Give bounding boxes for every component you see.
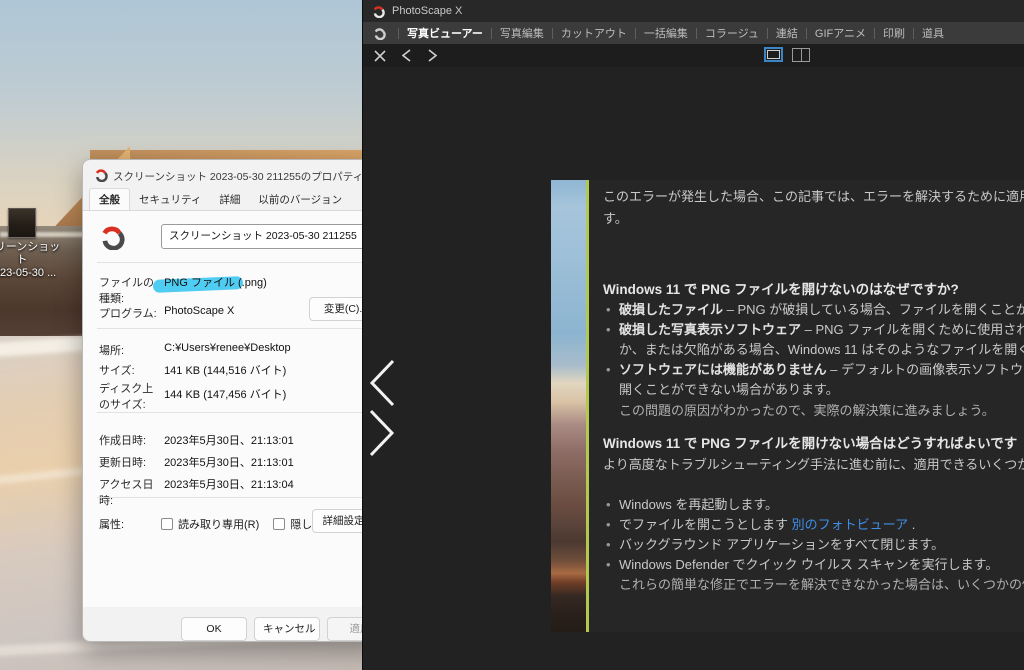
article-paragraph: これらの簡単な修正でエラーを解決できなかった場合は、いくつかの修正が [619,577,1024,592]
separator [97,497,369,498]
menu-tab-collage[interactable]: コラージュ [705,25,759,41]
close-image-button[interactable] [369,46,391,66]
photoscape-toolbar [363,44,1024,67]
article-bullet: 破損したファイル – PNG が破損している場合、ファイルを開くことができま [606,301,1024,318]
previous-image-button[interactable] [395,46,417,66]
file-type-label: ファイルの種類: [99,277,154,305]
nav-chevron-right-icon [369,409,395,457]
dialog-title: スクリーンショット 2023-05-30 211255のプロパティ [113,171,364,183]
nav-previous-button[interactable] [365,357,399,409]
tab-security[interactable]: セキュリティ [130,189,210,211]
article-bullet: 破損した写真表示ソフトウェア – PNG ファイルを開くために使用されるソフ [606,321,1024,338]
article-heading: Windows 11 で PNG ファイルを開けない場合はどうすればよいです [603,436,1018,451]
created-value: 2023年5月30日、21:13:01 [164,435,294,447]
article-bullet: Windows Defender でクイック ウイルス スキャンを実行します。 [606,556,998,573]
menu-tab-print[interactable]: 印刷 [883,25,905,41]
photoscape-window: PhotoScape X 写真ビューアー 写真編集 カットアウト 一括編集 コラ… [362,0,1024,670]
chevron-right-icon [428,49,437,62]
menu-tab-batch-edit[interactable]: 一括編集 [644,25,688,41]
program-label: プログラム: [99,308,157,320]
photo-viewer-link[interactable]: 別のフォトビューア [792,517,908,532]
location-label: 場所: [99,345,125,357]
readonly-label: 読み取り専用(R) [178,519,260,531]
nav-chevron-left-icon [369,359,395,407]
article-paragraph: この問題の原因がわかったので、実際の解決策に進みましょう。 [619,403,995,418]
menu-tab-cut-out[interactable]: カットアウト [561,25,627,41]
menu-tab-photo-viewer[interactable]: 写真ビューアー [407,25,483,41]
dual-view-icon[interactable] [792,47,810,62]
menu-tab-tools[interactable]: 道具 [922,25,944,41]
desktop-icon-screenshot[interactable]: クリーンショット 2023-05-30 ... [0,208,62,280]
created-label: 作成日時: [99,435,147,447]
tab-details[interactable]: 詳細 [210,189,249,211]
size-value: 141 KB (144,516 バイト) [164,365,287,377]
single-view-icon[interactable] [764,47,783,62]
file-type-value: PNG ファイル (.png) [164,277,267,289]
article-bullet: ソフトウェアには機能がありません – デフォルトの画像表示ソフトウェアで [606,361,1024,378]
tab-previous-versions[interactable]: 以前のバージョン [249,189,351,211]
close-icon [374,49,386,62]
dialog-titlebar[interactable]: スクリーンショット 2023-05-30 211255のプロパティ [83,160,381,190]
article-paragraph: より高度なトラブルシューティング手法に進む前に、適用できるいくつかの [603,457,1024,472]
article-paragraph: す。 [603,211,628,226]
accessed-value: 2023年5月30日、21:13:04 [164,479,294,491]
window-title: PhotoScape X [392,5,463,17]
desktop-icon-label: クリーンショット 2023-05-30 ... [0,241,61,279]
menu-tab-combine[interactable]: 連結 [776,25,798,41]
cancel-button[interactable]: キャンセル [254,617,320,641]
article-content: このエラーが発生した場合、この記事では、エラーを解決するために適用で す。 Wi… [589,180,1024,632]
article-bullet-continuation: か、または欠陥がある場合、Windows 11 はそのようなファイルを開くのが [619,342,1024,357]
separator [97,328,369,329]
viewed-screenshot-image: このエラーが発生した場合、この記事では、エラーを解決するために適用で す。 Wi… [551,180,1024,632]
article-bullet: Windows を再起動します。 [606,496,778,513]
photoscape-menubar: 写真ビューアー 写真編集 カットアウト 一括編集 コラージュ 連結 GIFアニメ… [363,22,1024,44]
desktop-icon-thumbnail [8,208,36,238]
photoscape-logo-icon [95,169,108,182]
nav-next-button[interactable] [365,407,399,459]
photoscape-menu-logo-icon [374,27,386,40]
photo-strip [551,180,586,632]
hidden-file-checkbox[interactable] [273,518,286,530]
menu-tab-photo-editor[interactable]: 写真編集 [500,25,544,41]
photoscape-logo-icon [373,5,385,18]
photoscape-titlebar[interactable]: PhotoScape X [363,0,1024,22]
article-bullet: バックグラウンド アプリケーションをすべて閉じます。 [606,536,944,553]
file-type-photoscape-icon [102,226,125,250]
modified-label: 更新日時: [99,457,147,469]
location-value: C:¥Users¥renee¥Desktop [164,342,291,354]
article-heading: Windows 11 で PNG ファイルを開けないのはなぜですか? [603,282,959,297]
article-bullet: でファイルを開こうとします 別のフォトビューア . [606,516,915,533]
chevron-left-icon [401,49,410,62]
menu-tab-gif-anime[interactable]: GIFアニメ [815,25,866,41]
accessed-label: アクセス日時: [99,479,154,507]
program-value: PhotoScape X [164,305,235,317]
readonly-checkbox[interactable] [161,518,173,530]
article-paragraph: このエラーが発生した場合、この記事では、エラーを解決するために適用で [603,189,1024,204]
separator [97,262,369,263]
next-image-button[interactable] [421,46,443,66]
properties-dialog: スクリーンショット 2023-05-30 211255のプロパティ 全般 セキュ… [82,159,393,642]
tab-general[interactable]: 全般 [89,188,130,211]
size-on-disk-value: 144 KB (147,456 バイト) [164,389,287,401]
screen: クリーンショット 2023-05-30 ... スクリーンショット 2023-0… [0,0,1024,670]
filename-input[interactable]: スクリーンショット 2023-05-30 211255 [161,224,379,249]
dialog-tab-bar: 全般 セキュリティ 詳細 以前のバージョン [89,188,351,211]
attributes-label: 属性: [99,519,125,531]
ok-button[interactable]: OK [181,617,247,641]
article-bullet-continuation: 開くことができない場合があります。 [619,382,839,397]
size-label: サイズ: [99,365,135,377]
modified-value: 2023年5月30日、21:13:01 [164,457,294,469]
photo-viewer-canvas: このエラーが発生した場合、この記事では、エラーを解決するために適用で す。 Wi… [363,67,1024,670]
separator [97,412,369,413]
size-on-disk-label: ディスク上 のサイズ: [99,383,154,411]
